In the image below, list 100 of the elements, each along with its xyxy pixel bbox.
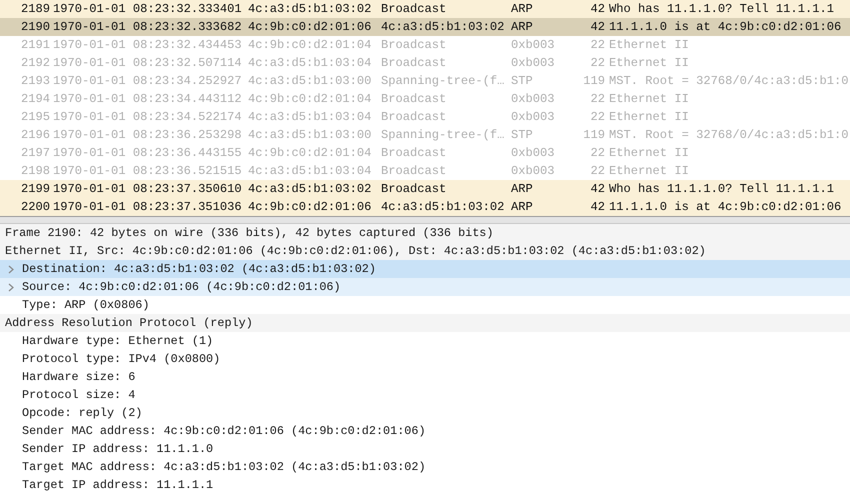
- packet-number: 2190: [20, 20, 50, 34]
- tree-item[interactable]: Target IP address: 11.1.1.1: [0, 476, 850, 494]
- packet-protocol: ARP: [510, 200, 534, 214]
- packet-protocol: 0xb003: [510, 38, 556, 52]
- packet-time: 1970-01-01 08:23:36.443155: [52, 146, 243, 160]
- packet-time: 1970-01-01 08:23:32.507114: [52, 56, 243, 70]
- tree-item[interactable]: Source: 4c:9b:c0:d2:01:06 (4c:9b:c0:d2:01:06): [0, 278, 850, 296]
- packet-number: 2200: [20, 200, 50, 214]
- packet-destination: 4c:a3:d5:b1:03:02: [380, 200, 506, 214]
- packet-number: 2196: [20, 128, 50, 142]
- packet-source: 4c:9b:c0:d2:01:04: [247, 146, 372, 160]
- packet-destination: Broadcast: [380, 164, 448, 178]
- packet-source: 4c:a3:d5:b1:03:04: [247, 164, 372, 178]
- tree-item[interactable]: Sender IP address: 11.1.1.0: [0, 440, 850, 458]
- tree-item-label: Destination: 4c:a3:d5:b1:03:02 (4c:a3:d5:b1:03:02): [22, 262, 376, 276]
- packet-source: 4c:a3:d5:b1:03:00: [247, 74, 372, 88]
- packet-length: 22: [589, 38, 605, 52]
- packet-length: 42: [589, 2, 605, 16]
- tree-item-label: Protocol size: 4: [22, 388, 136, 402]
- packet-source: 4c:a3:d5:b1:03:04: [247, 110, 372, 124]
- packet-info: MST. Root = 32768/0/4c:a3:d5:b1:0: [608, 74, 850, 88]
- packet-protocol: ARP: [510, 2, 534, 16]
- packet-row[interactable]: 2200 1970-01-01 08:23:37.351036 4c:9b:c0:d2:01:06 4c:a3:d5:b1:03:02 ARP 42 11.1.1.0 is at 4c:9b:c0:d2:01:06: [0, 198, 850, 216]
- packet-time: 1970-01-01 08:23:32.333682: [52, 20, 243, 34]
- tree-item-label: Target MAC address: 4c:a3:d5:b1:03:02 (4c:a3:d5:b1:03:02): [22, 460, 426, 474]
- tree-item-label: Target IP address: 11.1.1.1: [22, 478, 214, 492]
- packet-info: Who has 11.1.1.0? Tell 11.1.1.1: [608, 2, 835, 16]
- packet-info: Who has 11.1.1.0? Tell 11.1.1.1: [608, 182, 835, 196]
- packet-row[interactable]: 2189 1970-01-01 08:23:32.333401 4c:a3:d5:b1:03:02 Broadcast ARP 42 Who has 11.1.1.0? Tell 11.1.1.1: [0, 0, 850, 18]
- tree-item[interactable]: Protocol size: 4: [0, 386, 850, 404]
- packet-destination: Spanning-tree-(f…: [380, 74, 506, 88]
- tree-item[interactable]: Hardware type: Ethernet (1): [0, 332, 850, 350]
- packet-info: Ethernet II: [608, 110, 690, 124]
- tree-item-label: Sender MAC address: 4c:9b:c0:d2:01:06 (4c:9b:c0:d2:01:06): [22, 424, 426, 438]
- packet-number: 2197: [20, 146, 50, 160]
- packet-source: 4c:9b:c0:d2:01:04: [247, 92, 372, 106]
- packet-source: 4c:a3:d5:b1:03:00: [247, 128, 372, 142]
- tree-item[interactable]: Protocol type: IPv4 (0x0800): [0, 350, 850, 368]
- tree-item-label: Source: 4c:9b:c0:d2:01:06 (4c:9b:c0:d2:01:06): [22, 280, 341, 294]
- tree-item[interactable]: Type: ARP (0x0806): [0, 296, 850, 314]
- packet-info: Ethernet II: [608, 92, 690, 106]
- tree-item[interactable]: Target MAC address: 4c:a3:d5:b1:03:02 (4c:a3:d5:b1:03:02): [0, 458, 850, 476]
- tree-item[interactable]: Destination: 4c:a3:d5:b1:03:02 (4c:a3:d5:b1:03:02): [0, 260, 850, 278]
- packet-time: 1970-01-01 08:23:34.522174: [52, 110, 243, 124]
- packet-number: 2191: [20, 38, 50, 52]
- packet-destination: Spanning-tree-(f…: [380, 128, 506, 142]
- packet-number: 2189: [20, 2, 50, 16]
- packet-time: 1970-01-01 08:23:36.253298: [52, 128, 243, 142]
- packet-length: 119: [582, 128, 605, 142]
- packet-length: 42: [589, 200, 605, 214]
- packet-protocol: 0xb003: [510, 164, 556, 178]
- packet-time: 1970-01-01 08:23:32.434453: [52, 38, 243, 52]
- packet-destination: Broadcast: [380, 110, 448, 124]
- packet-number: 2194: [20, 92, 50, 106]
- packet-length: 22: [589, 56, 605, 70]
- tree-item[interactable]: Ethernet II, Src: 4c:9b:c0:d2:01:06 (4c:9b:c0:d2:01:06), Dst: 4c:a3:d5:b1:03:02 (4c:a3:d5:b1:03:02): [0, 242, 850, 260]
- packet-source: 4c:a3:d5:b1:03:02: [247, 182, 372, 196]
- packet-protocol: 0xb003: [510, 110, 556, 124]
- packet-destination: Broadcast: [380, 2, 448, 16]
- packet-number: 2195: [20, 110, 50, 124]
- packet-time: 1970-01-01 08:23:34.443112: [52, 92, 243, 106]
- tree-item[interactable]: Address Resolution Protocol (reply): [0, 314, 850, 332]
- packet-info: 11.1.1.0 is at 4c:9b:c0:d2:01:06: [608, 20, 842, 34]
- packet-row[interactable]: 2199 1970-01-01 08:23:37.350610 4c:a3:d5:b1:03:02 Broadcast ARP 42 Who has 11.1.1.0? Tell 11.1.1.1: [0, 180, 850, 198]
- packet-length: 42: [589, 20, 605, 34]
- packet-time: 1970-01-01 08:23:37.351036: [52, 200, 243, 214]
- tree-item-label: Hardware type: Ethernet (1): [22, 334, 214, 348]
- packet-destination: Broadcast: [380, 56, 448, 70]
- packet-protocol: ARP: [510, 20, 534, 34]
- tree-item[interactable]: Hardware size: 6: [0, 368, 850, 386]
- tree-item[interactable]: Frame 2190: 42 bytes on wire (336 bits), 42 bytes captured (336 bits): [0, 224, 850, 242]
- packet-source: 4c:9b:c0:d2:01:06: [247, 20, 372, 34]
- packet-info: Ethernet II: [608, 164, 690, 178]
- packet-protocol: 0xb003: [510, 146, 556, 160]
- packet-protocol: 0xb003: [510, 56, 556, 70]
- packet-time: 1970-01-01 08:23:36.521515: [52, 164, 243, 178]
- packet-destination: 4c:a3:d5:b1:03:02: [380, 20, 506, 34]
- packet-length: 22: [589, 110, 605, 124]
- packet-info: Ethernet II: [608, 38, 690, 52]
- packet-destination: Broadcast: [380, 146, 448, 160]
- tree-item-label: Protocol type: IPv4 (0x0800): [22, 352, 220, 366]
- packet-length: 22: [589, 92, 605, 106]
- tree-item[interactable]: Opcode: reply (2): [0, 404, 850, 422]
- tree-item-label: Hardware size: 6: [22, 370, 136, 384]
- packet-number: 2199: [20, 182, 50, 196]
- packet-row[interactable]: 2190 1970-01-01 08:23:32.333682 4c:9b:c0:d2:01:06 4c:a3:d5:b1:03:02 ARP 42 11.1.1.0 is at 4c:9b:c0:d2:01:06: [0, 18, 850, 36]
- packet-source: 4c:a3:d5:b1:03:04: [247, 56, 372, 70]
- packet-length: 119: [582, 74, 605, 88]
- packet-source: 4c:9b:c0:d2:01:06: [247, 200, 372, 214]
- packet-source: 4c:9b:c0:d2:01:04: [247, 38, 372, 52]
- packet-number: 2198: [20, 164, 50, 178]
- packet-protocol: STP: [510, 128, 534, 142]
- packet-protocol: 0xb003: [510, 92, 556, 106]
- packet-info: Ethernet II: [608, 146, 690, 160]
- tree-item-label: Sender IP address: 11.1.1.0: [22, 442, 214, 456]
- packet-destination: Broadcast: [380, 92, 448, 106]
- pane-splitter[interactable]: [0, 216, 850, 224]
- tree-item[interactable]: Sender MAC address: 4c:9b:c0:d2:01:06 (4c:9b:c0:d2:01:06): [0, 422, 850, 440]
- packet-length: 42: [589, 182, 605, 196]
- packet-time: 1970-01-01 08:23:37.350610: [52, 182, 243, 196]
